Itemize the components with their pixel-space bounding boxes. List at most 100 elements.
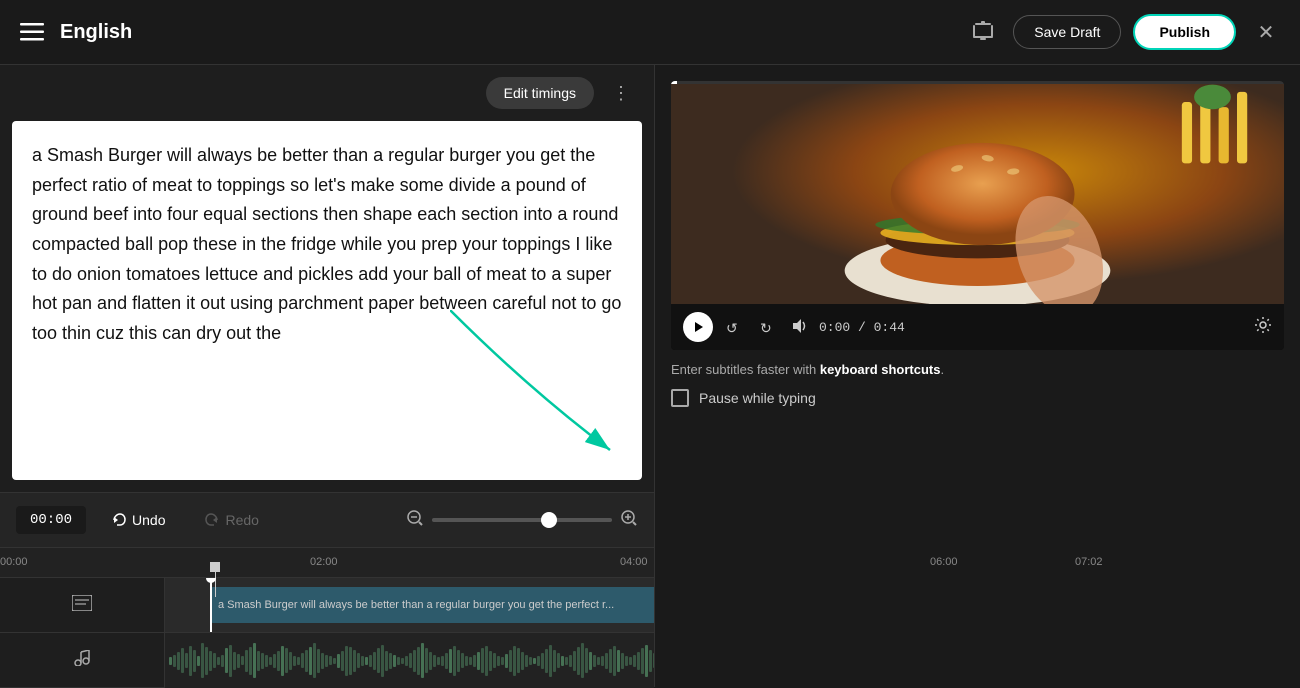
wave-bar [297, 657, 300, 665]
bottom-controls: 00:00 Undo Redo [0, 492, 654, 547]
wave-bar [653, 653, 654, 668]
wave-bar [209, 651, 212, 671]
wave-bar [609, 649, 612, 673]
page-title: English [60, 21, 132, 44]
zoom-slider[interactable] [432, 518, 612, 522]
text-editor[interactable]: a Smash Burger will always be better tha… [12, 121, 642, 480]
undo-button[interactable]: Undo [98, 506, 179, 534]
wave-bar [309, 647, 312, 675]
wave-bar [205, 647, 208, 675]
wave-bar [545, 649, 548, 673]
wave-bar [445, 653, 448, 669]
wave-bar [493, 653, 496, 668]
wave-bar [289, 652, 292, 670]
wave-bar [409, 653, 412, 668]
ruler-mark-3: 06:00 [930, 556, 958, 568]
more-options-icon[interactable]: ⋮ [604, 79, 638, 108]
skip-back-button[interactable]: ↺ [723, 315, 747, 339]
subtitle-clip-1[interactable]: a Smash Burger will always be better tha… [210, 587, 654, 623]
svg-text:↻: ↻ [760, 320, 772, 336]
wave-bar [457, 650, 460, 672]
skip-forward-button[interactable]: ↻ [757, 315, 781, 339]
timeline-tracks: a Smash Burger will always be better tha… [165, 578, 654, 688]
wave-bar [173, 655, 176, 667]
wave-bar [613, 646, 616, 676]
wave-bar [233, 652, 236, 670]
wave-bar [225, 648, 228, 673]
save-draft-button[interactable]: Save Draft [1013, 15, 1121, 49]
wave-bar [617, 650, 620, 672]
wave-bar [265, 655, 268, 667]
wave-bar [313, 643, 316, 678]
playhead [210, 578, 212, 632]
wave-bar [633, 655, 636, 667]
video-container: ↺ ↻ 0:00 / 0:44 [671, 81, 1284, 350]
wave-bar [597, 657, 600, 665]
wave-bar [341, 651, 344, 671]
wave-bar [453, 646, 456, 676]
wave-bar [601, 656, 604, 666]
ruler-mark-0: 00:00 [0, 556, 28, 568]
zoom-in-icon[interactable] [620, 509, 638, 532]
wave-bar [197, 656, 200, 666]
wave-bar [305, 650, 308, 672]
wave-bar [473, 655, 476, 667]
wave-bar [189, 646, 192, 676]
wave-bar [533, 658, 536, 664]
edit-timings-button[interactable]: Edit timings [486, 77, 594, 109]
wave-bar [365, 657, 368, 665]
wave-bar [477, 652, 480, 670]
pause-typing-label: Pause while typing [699, 390, 816, 406]
notification-icon[interactable] [965, 14, 1001, 50]
wave-bar [461, 653, 464, 668]
wave-bar [253, 643, 256, 678]
redo-button[interactable]: Redo [191, 506, 272, 534]
wave-bar [257, 651, 260, 671]
keyboard-shortcuts-link[interactable]: keyboard shortcuts [820, 362, 941, 377]
zoom-out-icon[interactable] [406, 509, 424, 532]
wave-bar [513, 646, 516, 676]
audio-track [165, 633, 654, 688]
wave-bar [269, 657, 272, 665]
wave-bar [169, 657, 172, 665]
left-panel: Edit timings ⋮ a Smash Burger will alway… [0, 65, 655, 687]
wave-bar [501, 657, 504, 665]
timeline-ruler: 00:00 02:00 04:00 06:00 07:02 [0, 548, 654, 578]
wave-bar [649, 650, 652, 672]
wave-bar [217, 657, 220, 665]
wave-bar [529, 657, 532, 665]
publish-button[interactable]: Publish [1133, 14, 1236, 50]
video-controls: ↺ ↻ 0:00 / 0:44 [671, 304, 1284, 350]
wave-bar [417, 647, 420, 675]
wave-bar [389, 653, 392, 669]
header-left: English [16, 19, 965, 45]
wave-bar [177, 652, 180, 670]
settings-icon[interactable] [1254, 316, 1272, 339]
wave-bar [509, 650, 512, 672]
wave-bar [629, 657, 632, 665]
wave-bar [193, 650, 196, 672]
menu-icon[interactable] [16, 19, 48, 45]
wave-bar [261, 653, 264, 669]
pause-typing-checkbox[interactable] [671, 389, 689, 407]
wave-bar [577, 647, 580, 675]
video-thumbnail [671, 84, 1284, 304]
wave-bar [317, 649, 320, 673]
wave-bar [449, 649, 452, 673]
volume-icon[interactable] [791, 317, 809, 338]
wave-bar [565, 657, 568, 665]
time-display: 00:00 [16, 506, 86, 534]
wave-bar [645, 645, 648, 677]
subtitle-track-icon-row [0, 578, 164, 633]
wave-bar [373, 652, 376, 670]
subtitle-track[interactable]: a Smash Burger will always be better tha… [165, 578, 654, 633]
close-icon[interactable]: ✕ [1248, 14, 1284, 50]
audio-track-icon [74, 650, 90, 671]
wave-bar [581, 643, 584, 678]
wave-bar [201, 643, 204, 678]
play-button[interactable] [683, 312, 713, 342]
wave-bar [325, 655, 328, 667]
wave-bar [637, 652, 640, 670]
hints-area: Enter subtitles faster with keyboard sho… [671, 362, 1284, 377]
wave-bar [333, 658, 336, 664]
